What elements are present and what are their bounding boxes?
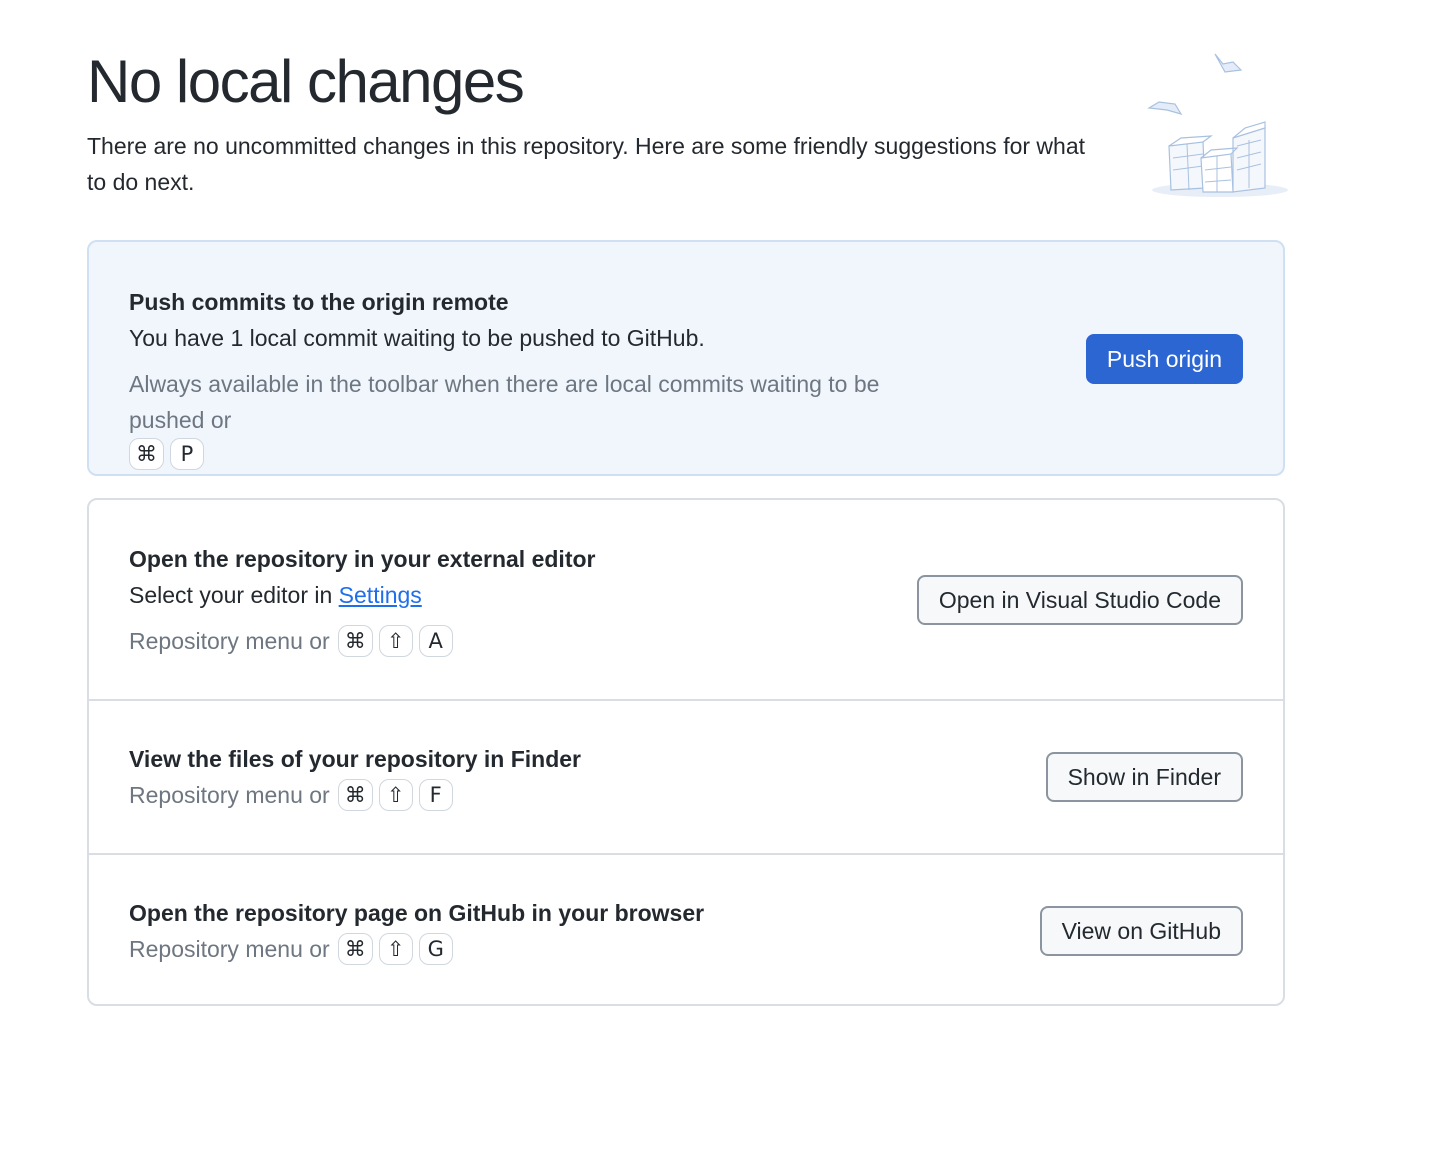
push-origin-button[interactable]: Push origin: [1085, 334, 1243, 384]
push-text-block: Push commits to the origin remote You ha…: [129, 284, 969, 470]
command-key-icon: ⌘: [337, 625, 373, 657]
github-suggestion-row: Open the repository page on GitHub in yo…: [89, 853, 1283, 1006]
shortcut-key: G: [418, 933, 453, 965]
shortcut-key: A: [418, 625, 453, 657]
push-hint-text: Always available in the toolbar when the…: [129, 371, 880, 433]
command-key-icon: ⌘: [337, 933, 373, 965]
push-suggestion-card: Push commits to the origin remote You ha…: [87, 240, 1285, 476]
shortcut-key: F: [418, 779, 453, 811]
github-hint: Repository menu or ⌘ ⇧ G: [129, 931, 704, 967]
editor-description-prefix: Select your editor in: [129, 582, 333, 608]
editor-hint-text: Repository menu or: [129, 628, 330, 654]
no-changes-view: No local changes There are no uncommitte…: [0, 0, 1445, 1154]
header: No local changes There are no uncommitte…: [87, 46, 1287, 200]
push-hint: Always available in the toolbar when the…: [129, 366, 969, 470]
finder-hint: Repository menu or ⌘ ⇧ F: [129, 777, 581, 813]
github-hint-text: Repository menu or: [129, 936, 330, 962]
github-title: Open the repository page on GitHub in yo…: [129, 900, 705, 926]
settings-link[interactable]: Settings: [339, 582, 422, 608]
finder-hint-text: Repository menu or: [129, 782, 330, 808]
shortcut-key: P: [170, 438, 204, 470]
empty-boxes-illustration: [1147, 53, 1288, 197]
editor-suggestion-row: Open the repository in your external edi…: [89, 500, 1283, 699]
command-key-icon: ⌘: [129, 438, 164, 470]
editor-text-block: Open the repository in your external edi…: [129, 541, 595, 659]
finder-text-block: View the files of your repository in Fin…: [129, 741, 581, 813]
finder-suggestion-row: View the files of your repository in Fin…: [89, 699, 1283, 853]
github-text-block: Open the repository page on GitHub in yo…: [129, 895, 704, 967]
suggestions-list-card: Open the repository in your external edi…: [87, 498, 1285, 1006]
finder-title: View the files of your repository in Fin…: [129, 746, 581, 772]
open-in-editor-button[interactable]: Open in Visual Studio Code: [916, 575, 1243, 625]
view-on-github-button[interactable]: View on GitHub: [1039, 906, 1243, 956]
push-title: Push commits to the origin remote: [129, 289, 509, 315]
show-in-finder-button[interactable]: Show in Finder: [1045, 752, 1243, 802]
page-title: No local changes: [87, 48, 525, 115]
editor-description: Select your editor in Settings: [129, 577, 595, 613]
shift-key-icon: ⇧: [378, 933, 413, 965]
page-subtitle: There are no uncommitted changes in this…: [87, 133, 1086, 195]
editor-title: Open the repository in your external edi…: [129, 546, 596, 572]
command-key-icon: ⌘: [337, 779, 373, 811]
push-description: You have 1 local commit waiting to be pu…: [129, 325, 705, 351]
shift-key-icon: ⇧: [378, 625, 413, 657]
shift-key-icon: ⇧: [378, 779, 413, 811]
editor-hint: Repository menu or ⌘ ⇧ A: [129, 623, 595, 659]
